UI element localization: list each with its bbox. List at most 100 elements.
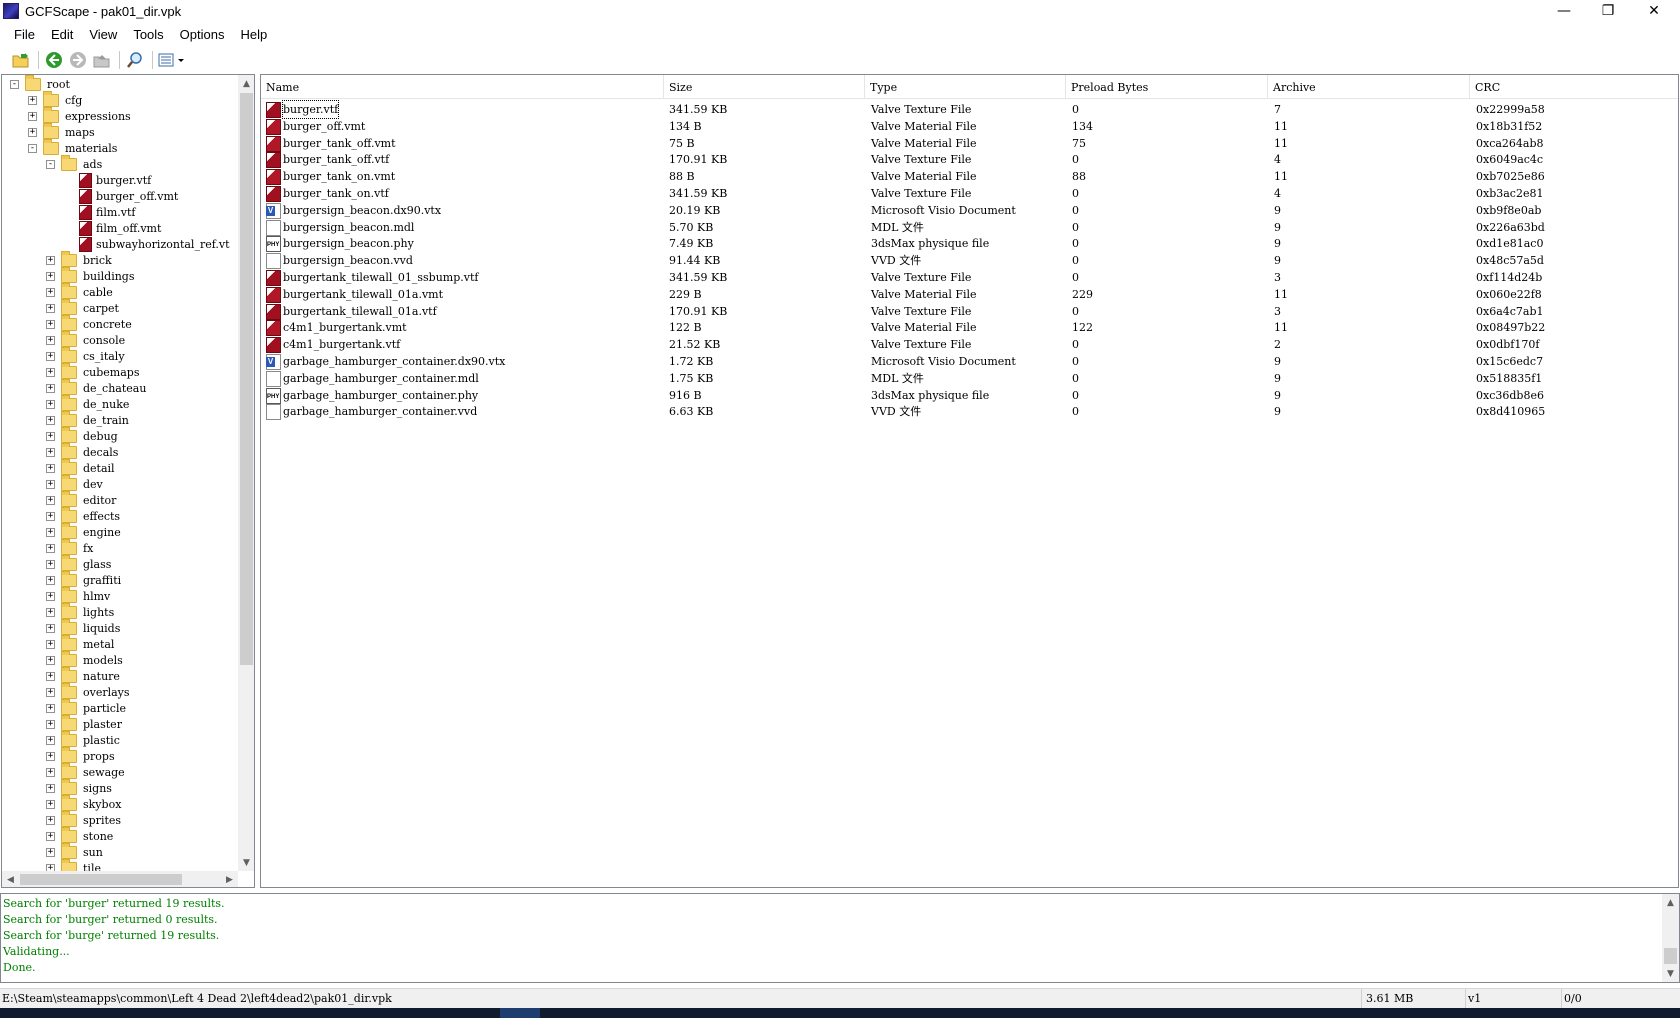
expand-icon[interactable]: +	[46, 863, 55, 871]
table-row[interactable]: garbage_hamburger_container.vvd 6.63 KB VV…	[261, 403, 1678, 421]
expand-icon[interactable]: +	[46, 703, 55, 713]
column-header-type[interactable]: Type	[865, 75, 1066, 99]
tree-item-de_nuke[interactable]: + de_nuke	[46, 394, 129, 412]
log-vertical-scrollbar[interactable]: ▲ ▼	[1662, 894, 1679, 982]
tree-item-lights[interactable]: + lights	[46, 602, 114, 620]
table-row[interactable]: burger_tank_off.vtf 170.91 KB Valve Textur…	[261, 151, 1678, 169]
table-row[interactable]: garbage_hamburger_container.mdl 1.75 KB MD…	[261, 370, 1678, 387]
expand-icon[interactable]: +	[46, 447, 55, 457]
menu-view[interactable]: View	[81, 24, 125, 46]
tree-item-effects[interactable]: + effects	[46, 506, 120, 524]
tree-file-item[interactable]: film.vtf	[64, 204, 136, 220]
log-scroll-up-icon[interactable]: ▲	[1662, 894, 1679, 911]
scroll-down-icon[interactable]: ▼	[238, 854, 254, 871]
menu-options[interactable]: Options	[172, 24, 233, 46]
expand-icon[interactable]: +	[28, 127, 37, 137]
expand-icon[interactable]: +	[46, 479, 55, 489]
expand-icon[interactable]: +	[46, 543, 55, 553]
open-folder-icon[interactable]	[10, 49, 32, 71]
tree-item-editor[interactable]: + editor	[46, 490, 116, 508]
tree-item-metal[interactable]: + metal	[46, 634, 114, 652]
table-row[interactable]: burgersign_beacon.mdl 5.70 KB MDL 文件 0 9 0x22…	[261, 219, 1678, 236]
expand-icon[interactable]: +	[46, 351, 55, 361]
tree-item-models[interactable]: + models	[46, 650, 123, 668]
tree-item-props[interactable]: + props	[46, 746, 115, 764]
tree-vertical-scrollbar[interactable]: ▲ ▼	[238, 75, 254, 871]
expand-icon[interactable]: +	[46, 495, 55, 505]
column-header-name[interactable]: Name	[261, 75, 664, 99]
menu-file[interactable]: File	[6, 24, 43, 46]
table-row[interactable]: burger_tank_on.vmt 88 B Valve Material Fil…	[261, 168, 1678, 186]
tree-item-overlays[interactable]: + overlays	[46, 682, 130, 700]
tree-item-sewage[interactable]: + sewage	[46, 762, 125, 780]
expand-icon[interactable]: +	[28, 111, 37, 121]
tree-file-item[interactable]: subwayhorizontal_ref.vt	[64, 236, 230, 252]
table-row[interactable]: burger.vtf 341.59 KB Valve Texture File 0 7 0…	[261, 100, 1678, 119]
tree-item-sprites[interactable]: + sprites	[46, 810, 121, 828]
tree-item-hlmv[interactable]: + hlmv	[46, 586, 110, 604]
back-icon[interactable]	[43, 49, 65, 71]
minimize-button[interactable]: —	[1542, 0, 1586, 22]
tree-item-de_train[interactable]: + de_train	[46, 410, 129, 428]
tree-item-decals[interactable]: + decals	[46, 442, 118, 460]
table-row[interactable]: burger_tank_on.vtf 341.59 KB Valve Texture…	[261, 185, 1678, 202]
table-row[interactable]: c4m1_burgertank.vtf 21.52 KB Valve Texture…	[261, 336, 1678, 354]
expand-icon[interactable]: +	[46, 527, 55, 537]
expand-icon[interactable]: +	[46, 335, 55, 345]
expand-icon[interactable]: +	[46, 607, 55, 617]
tree-scroll-thumb[interactable]	[240, 93, 253, 665]
expand-icon[interactable]: +	[46, 367, 55, 377]
tree-file-item[interactable]: film_off.vmt	[64, 220, 161, 236]
expand-icon[interactable]: +	[46, 767, 55, 777]
expand-icon[interactable]: +	[46, 847, 55, 857]
expand-icon[interactable]: +	[46, 255, 55, 265]
tree-hscroll-thumb[interactable]	[20, 874, 182, 885]
expand-icon[interactable]: +	[46, 671, 55, 681]
expand-icon[interactable]: +	[46, 719, 55, 729]
tree-item-skybox[interactable]: + skybox	[46, 794, 121, 812]
search-icon[interactable]	[124, 49, 146, 71]
tree-item-detail[interactable]: + detail	[46, 458, 115, 476]
tree-item-graffiti[interactable]: + graffiti	[46, 570, 121, 588]
tree-item-signs[interactable]: + signs	[46, 778, 112, 796]
table-row[interactable]: c4m1_burgertank.vmt 122 B Valve Material F…	[261, 319, 1678, 337]
table-row[interactable]: burgertank_tilewall_01_ssbump.vtf 341.59 …	[261, 269, 1678, 286]
expand-icon[interactable]: +	[46, 687, 55, 697]
maximize-button[interactable]: ❐	[1586, 0, 1630, 22]
expand-icon[interactable]: +	[46, 815, 55, 825]
expand-icon[interactable]: +	[46, 303, 55, 313]
table-row[interactable]: burger_tank_off.vmt 75 B Valve Material Fi…	[261, 135, 1678, 152]
tree-horizontal-scrollbar[interactable]: ◀ ▶	[2, 871, 238, 887]
scroll-left-icon[interactable]: ◀	[2, 871, 19, 887]
tree-item-plaster[interactable]: + plaster	[46, 714, 122, 732]
collapse-icon[interactable]: -	[28, 143, 37, 153]
tree-item-ads[interactable]: - ads	[46, 154, 102, 172]
tree-file-item[interactable]: burger.vtf	[64, 172, 151, 188]
taskbar-active-app[interactable]	[500, 1008, 540, 1018]
table-row[interactable]: burgersign_beacon.dx90.vtx 20.19 KB Micros…	[261, 202, 1678, 219]
expand-icon[interactable]: +	[46, 655, 55, 665]
tree-item-glass[interactable]: + glass	[46, 554, 111, 572]
column-header-preload-bytes[interactable]: Preload Bytes	[1066, 75, 1268, 99]
tree-item-concrete[interactable]: + concrete	[46, 314, 132, 332]
view-mode-icon[interactable]	[157, 49, 187, 71]
expand-icon[interactable]: +	[46, 511, 55, 521]
expand-icon[interactable]: +	[28, 95, 37, 105]
tree-item-liquids[interactable]: + liquids	[46, 618, 120, 636]
expand-icon[interactable]: +	[46, 783, 55, 793]
tree-item-tile[interactable]: + tile	[46, 858, 101, 871]
tree-item-debug[interactable]: + debug	[46, 426, 118, 444]
expand-icon[interactable]: +	[46, 735, 55, 745]
tree-item-plastic[interactable]: + plastic	[46, 730, 120, 748]
table-row[interactable]: burgersign_beacon.vvd 91.44 KB VVD 文件 0 9 0x4…	[261, 252, 1678, 270]
tree-item-cable[interactable]: + cable	[46, 282, 113, 300]
column-header-size[interactable]: Size	[664, 75, 865, 99]
tree-item-sun[interactable]: + sun	[46, 842, 103, 860]
expand-icon[interactable]: +	[46, 831, 55, 841]
tree-item-maps[interactable]: + maps	[28, 122, 95, 140]
expand-icon[interactable]: +	[46, 623, 55, 633]
tree-item-root[interactable]: - root	[10, 75, 70, 92]
tree-item-stone[interactable]: + stone	[46, 826, 113, 844]
expand-icon[interactable]: +	[46, 287, 55, 297]
menu-help[interactable]: Help	[232, 24, 275, 46]
